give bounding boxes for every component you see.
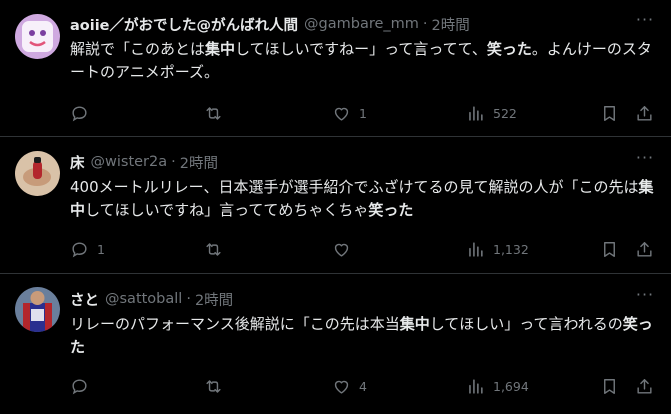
separator-dot: · xyxy=(422,16,428,32)
tweet-body: 床 @wister2a · 2時間 ··· 400メートルリレー、日本選手が選手… xyxy=(70,150,655,222)
tweet-actions: 1 1,132 xyxy=(70,237,655,261)
user-handle[interactable]: @sattoball xyxy=(105,291,182,307)
bookmark-button[interactable] xyxy=(600,377,619,396)
bookmark-icon xyxy=(604,105,615,121)
bookmark-icon xyxy=(604,378,615,394)
highlight: 集中 xyxy=(205,40,236,58)
view-count: 522 xyxy=(493,105,517,121)
avatar[interactable] xyxy=(15,287,60,332)
separator-dot: · xyxy=(186,291,191,307)
like-count: 1 xyxy=(359,105,367,121)
tweet-text: 400メートルリレー、日本選手が選手紹介でふざけてるの見て解説の人が「この先は集… xyxy=(70,178,654,219)
avatar[interactable] xyxy=(15,14,60,59)
retweet-button[interactable] xyxy=(204,377,231,396)
display-name[interactable]: 床 xyxy=(70,152,85,173)
heart-icon xyxy=(334,380,349,394)
share-icon xyxy=(637,105,652,121)
tweet-header: さと @sattoball · 2時間 xyxy=(70,288,655,310)
tweet-text: リレーのパフォーマンス後解説に「この先は本当集中してほしい」って言われるの笑った xyxy=(70,315,653,356)
share-button[interactable] xyxy=(635,240,654,259)
like-button[interactable] xyxy=(332,240,359,259)
view-count: 1,694 xyxy=(493,378,529,394)
tweet-actions: 4 1,694 xyxy=(70,374,655,398)
retweet-button[interactable] xyxy=(204,240,231,259)
timestamp[interactable]: 2時間 xyxy=(180,152,218,173)
views-button[interactable]: 1,132 xyxy=(466,240,529,259)
bookmark-button[interactable] xyxy=(600,240,619,259)
tweet-body: aoiie／がおでした@がんばれ人間 @gambare_mm · 2時間 ···… xyxy=(70,12,655,84)
tweet-actions: 1 522 xyxy=(70,101,655,125)
reply-icon xyxy=(72,378,87,394)
more-options-icon[interactable]: ··· xyxy=(635,150,655,171)
share-button[interactable] xyxy=(635,377,654,396)
reply-icon xyxy=(72,105,87,121)
display-name[interactable]: さと xyxy=(70,289,99,310)
like-button[interactable]: 1 xyxy=(332,104,367,123)
reply-count: 1 xyxy=(97,241,105,257)
share-button[interactable] xyxy=(635,104,654,123)
highlight: 笑った xyxy=(486,40,532,58)
more-options-icon[interactable]: ··· xyxy=(635,287,655,308)
retweet-icon xyxy=(206,379,221,393)
retweet-button[interactable] xyxy=(204,104,231,123)
highlight: 集中 xyxy=(399,315,430,333)
tweet-text: 解説で「このあとは集中してほしいですねー」って言ってて、笑った。よんけーのスター… xyxy=(70,40,652,81)
like-button[interactable]: 4 xyxy=(332,377,367,396)
share-icon xyxy=(637,378,652,394)
tweet-header: aoiie／がおでした@がんばれ人間 @gambare_mm · 2時間 xyxy=(70,13,655,35)
reply-button[interactable] xyxy=(70,104,97,123)
like-count: 4 xyxy=(359,378,367,394)
share-icon xyxy=(637,241,652,257)
retweet-icon xyxy=(206,106,221,120)
tweet-body: さと @sattoball · 2時間 ··· リレーのパフォーマンス後解説に「… xyxy=(70,287,655,359)
views-button[interactable]: 522 xyxy=(466,104,517,123)
highlight: 笑った xyxy=(368,201,414,219)
analytics-icon xyxy=(469,378,483,394)
display-name[interactable]: aoiie／がおでした@がんばれ人間 xyxy=(70,14,298,35)
analytics-icon xyxy=(469,241,483,257)
heart-icon xyxy=(334,107,349,121)
reply-button[interactable]: 1 xyxy=(70,240,105,259)
reply-button[interactable] xyxy=(70,377,97,396)
analytics-icon xyxy=(469,105,483,121)
user-handle[interactable]: @gambare_mm xyxy=(304,16,419,32)
tweet-header: 床 @wister2a · 2時間 xyxy=(70,151,655,173)
heart-icon xyxy=(334,243,349,257)
reply-icon xyxy=(72,241,87,257)
retweet-icon xyxy=(206,242,221,256)
timestamp[interactable]: 2時間 xyxy=(195,289,233,310)
timestamp[interactable]: 2時間 xyxy=(432,14,470,35)
avatar[interactable] xyxy=(15,151,60,196)
view-count: 1,132 xyxy=(493,241,529,257)
separator-dot: · xyxy=(171,154,176,170)
bookmark-button[interactable] xyxy=(600,104,619,123)
views-button[interactable]: 1,694 xyxy=(466,377,529,396)
bookmark-icon xyxy=(604,241,615,257)
more-options-icon[interactable]: ··· xyxy=(635,12,655,33)
user-handle[interactable]: @wister2a xyxy=(91,154,168,170)
